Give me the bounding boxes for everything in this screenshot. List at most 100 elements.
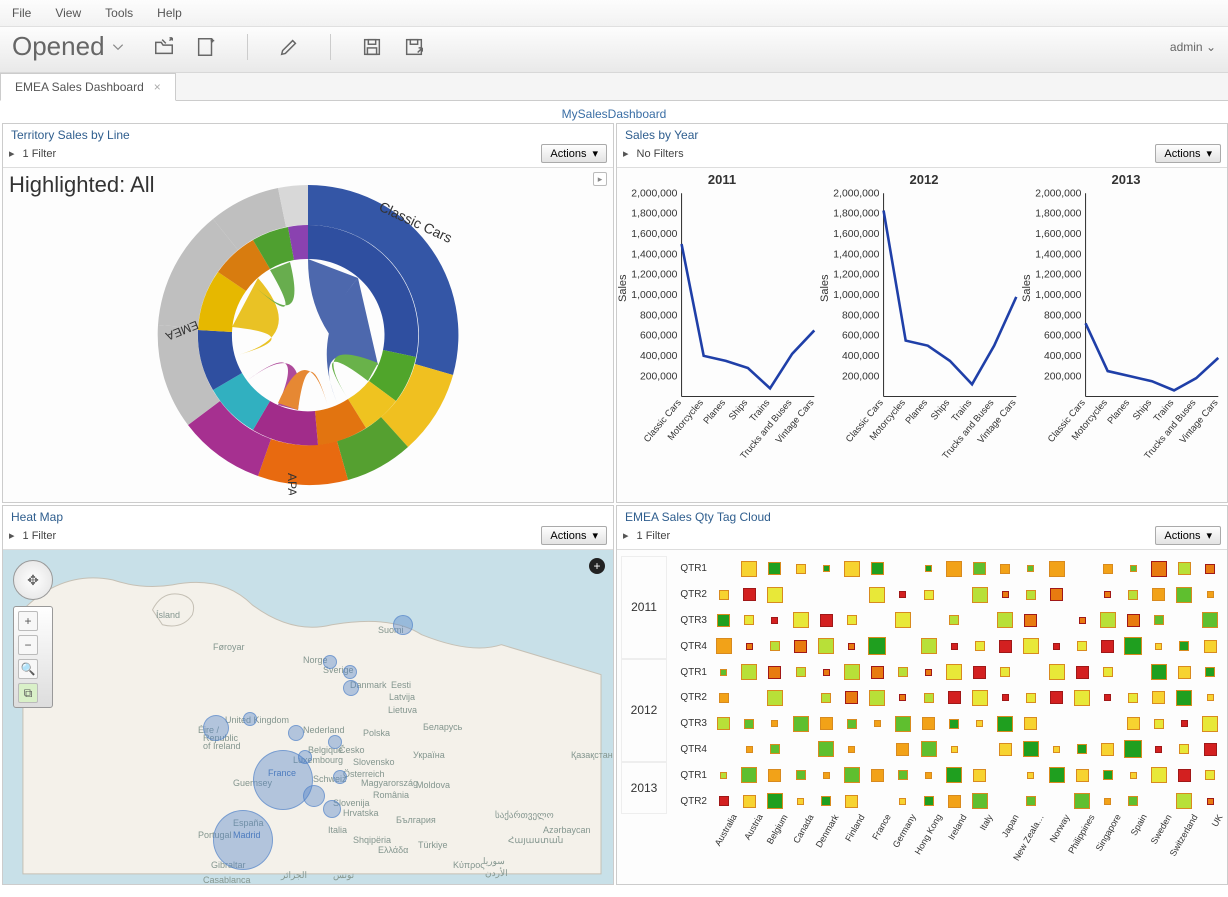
heatmap-cell[interactable] [788, 685, 814, 711]
heatmap-cell[interactable] [839, 633, 865, 659]
heatmap-cell[interactable] [1121, 762, 1147, 788]
heatmap-cell[interactable] [1197, 762, 1223, 788]
heatmap-cell[interactable] [1044, 762, 1070, 788]
bubble-austria[interactable] [333, 770, 347, 784]
heatmap-cell[interactable] [865, 685, 891, 711]
heatmap-cell[interactable] [1069, 711, 1095, 737]
expand-filter-icon[interactable]: ▸ [9, 529, 15, 542]
heatmap-cell[interactable] [941, 633, 967, 659]
heatmap-cell[interactable] [1197, 788, 1223, 814]
zoom-box-button[interactable]: 🔍 [18, 659, 38, 679]
heatmap-cell[interactable] [839, 737, 865, 763]
heatmap-cell[interactable] [1018, 685, 1044, 711]
heatmap-cell[interactable] [1044, 556, 1070, 582]
heatmap-cell[interactable] [711, 788, 737, 814]
heatmap-cell[interactable] [737, 737, 763, 763]
heatmap-cell[interactable] [890, 711, 916, 737]
heatmap-cell[interactable] [1018, 582, 1044, 608]
heatmap-cell[interactable] [737, 556, 763, 582]
heatmap-cell[interactable] [1172, 633, 1198, 659]
heatmap-cell[interactable] [916, 556, 942, 582]
heatmap-cell[interactable] [941, 762, 967, 788]
heatmap-cell[interactable] [1121, 659, 1147, 685]
expand-filter-icon[interactable]: ▸ [623, 147, 629, 160]
heatmap-cell[interactable] [941, 711, 967, 737]
heatmap-cell[interactable] [1095, 608, 1121, 634]
heatmap-cell[interactable] [737, 582, 763, 608]
heatmap-cell[interactable] [916, 762, 942, 788]
bubble-denmark[interactable] [343, 680, 359, 696]
heatmap-cell[interactable] [1121, 582, 1147, 608]
heatmap-cell[interactable] [967, 659, 993, 685]
heatmap-cell[interactable] [1095, 762, 1121, 788]
heatmap-cell[interactable] [1121, 633, 1147, 659]
heatmap-cell[interactable] [941, 685, 967, 711]
heatmap-cell[interactable] [1095, 582, 1121, 608]
heatmap-cell[interactable] [890, 788, 916, 814]
heatmap-cell[interactable] [762, 582, 788, 608]
heatmap-cell[interactable] [788, 582, 814, 608]
heatmap-cell[interactable] [1018, 659, 1044, 685]
bubble-sweden[interactable] [343, 665, 357, 679]
heatmap-cell[interactable] [941, 582, 967, 608]
heatmap-cell[interactable] [941, 556, 967, 582]
heatmap-cell[interactable] [1018, 711, 1044, 737]
heatmap-cell[interactable] [916, 788, 942, 814]
heatmap-cell[interactable] [865, 608, 891, 634]
user-menu[interactable]: admin ⌄ [1170, 40, 1216, 54]
bubble-madrid[interactable] [213, 810, 273, 870]
heatmap-cell[interactable] [865, 556, 891, 582]
heatmap-cell[interactable] [967, 762, 993, 788]
heatmap-cell[interactable] [839, 685, 865, 711]
heatmap-cell[interactable] [711, 659, 737, 685]
heatmap-cell[interactable] [1121, 556, 1147, 582]
opened-dropdown[interactable]: Opened [12, 31, 125, 62]
heatmap-cell[interactable] [711, 633, 737, 659]
heatmap-cell[interactable] [890, 659, 916, 685]
heatmap-cell[interactable] [890, 608, 916, 634]
heatmap-cell[interactable] [788, 608, 814, 634]
heatmap-cell[interactable] [1197, 633, 1223, 659]
heatmap-cell[interactable] [865, 737, 891, 763]
heatmap-cell[interactable] [1044, 788, 1070, 814]
bubble-uk[interactable] [243, 712, 257, 726]
heatmap-cell[interactable] [1095, 685, 1121, 711]
heatmap-cell[interactable] [941, 788, 967, 814]
line-chart-2012[interactable]: 2012Sales200,000400,000600,000800,0001,0… [823, 172, 1025, 502]
save-icon[interactable] [361, 36, 383, 58]
heatmap-cell[interactable] [1069, 685, 1095, 711]
heatmap-cell[interactable] [1197, 737, 1223, 763]
zoom-in-button[interactable]: + [18, 611, 38, 631]
heatmap-cell[interactable] [788, 737, 814, 763]
heatmap-cell[interactable] [737, 633, 763, 659]
pan-control[interactable]: ✥ [13, 560, 53, 600]
menu-help[interactable]: Help [157, 6, 182, 20]
heatmap-cell[interactable] [1197, 608, 1223, 634]
heatmap-cell[interactable] [993, 788, 1019, 814]
heatmap-cell[interactable] [993, 685, 1019, 711]
heatmap-cell[interactable] [839, 556, 865, 582]
heatmap-cell[interactable] [813, 659, 839, 685]
heatmap-cell[interactable] [890, 685, 916, 711]
heatmap-cell[interactable] [865, 788, 891, 814]
bubble-switz[interactable] [303, 785, 325, 807]
heatmap-cell[interactable] [1172, 762, 1198, 788]
heatmap-cell[interactable] [941, 737, 967, 763]
heatmap-cell[interactable] [762, 659, 788, 685]
heatmap-cell[interactable] [993, 582, 1019, 608]
heatmap-cell[interactable] [711, 711, 737, 737]
heatmap-cell[interactable] [865, 762, 891, 788]
heatmap-cell[interactable] [1095, 633, 1121, 659]
close-icon[interactable]: × [154, 80, 161, 94]
heatmap-cell[interactable] [1069, 556, 1095, 582]
heatmap-cell[interactable] [711, 608, 737, 634]
heatmap-cell[interactable] [890, 633, 916, 659]
heatmap-cell[interactable] [711, 685, 737, 711]
new-file-icon[interactable] [195, 36, 217, 58]
heatmap-cell[interactable] [967, 685, 993, 711]
heatmap-cell[interactable] [1146, 737, 1172, 763]
heatmap-cell[interactable] [762, 556, 788, 582]
heatmap-cell[interactable] [1172, 711, 1198, 737]
heatmap-cell[interactable] [813, 582, 839, 608]
actions-button[interactable]: Actions▾ [541, 526, 607, 545]
